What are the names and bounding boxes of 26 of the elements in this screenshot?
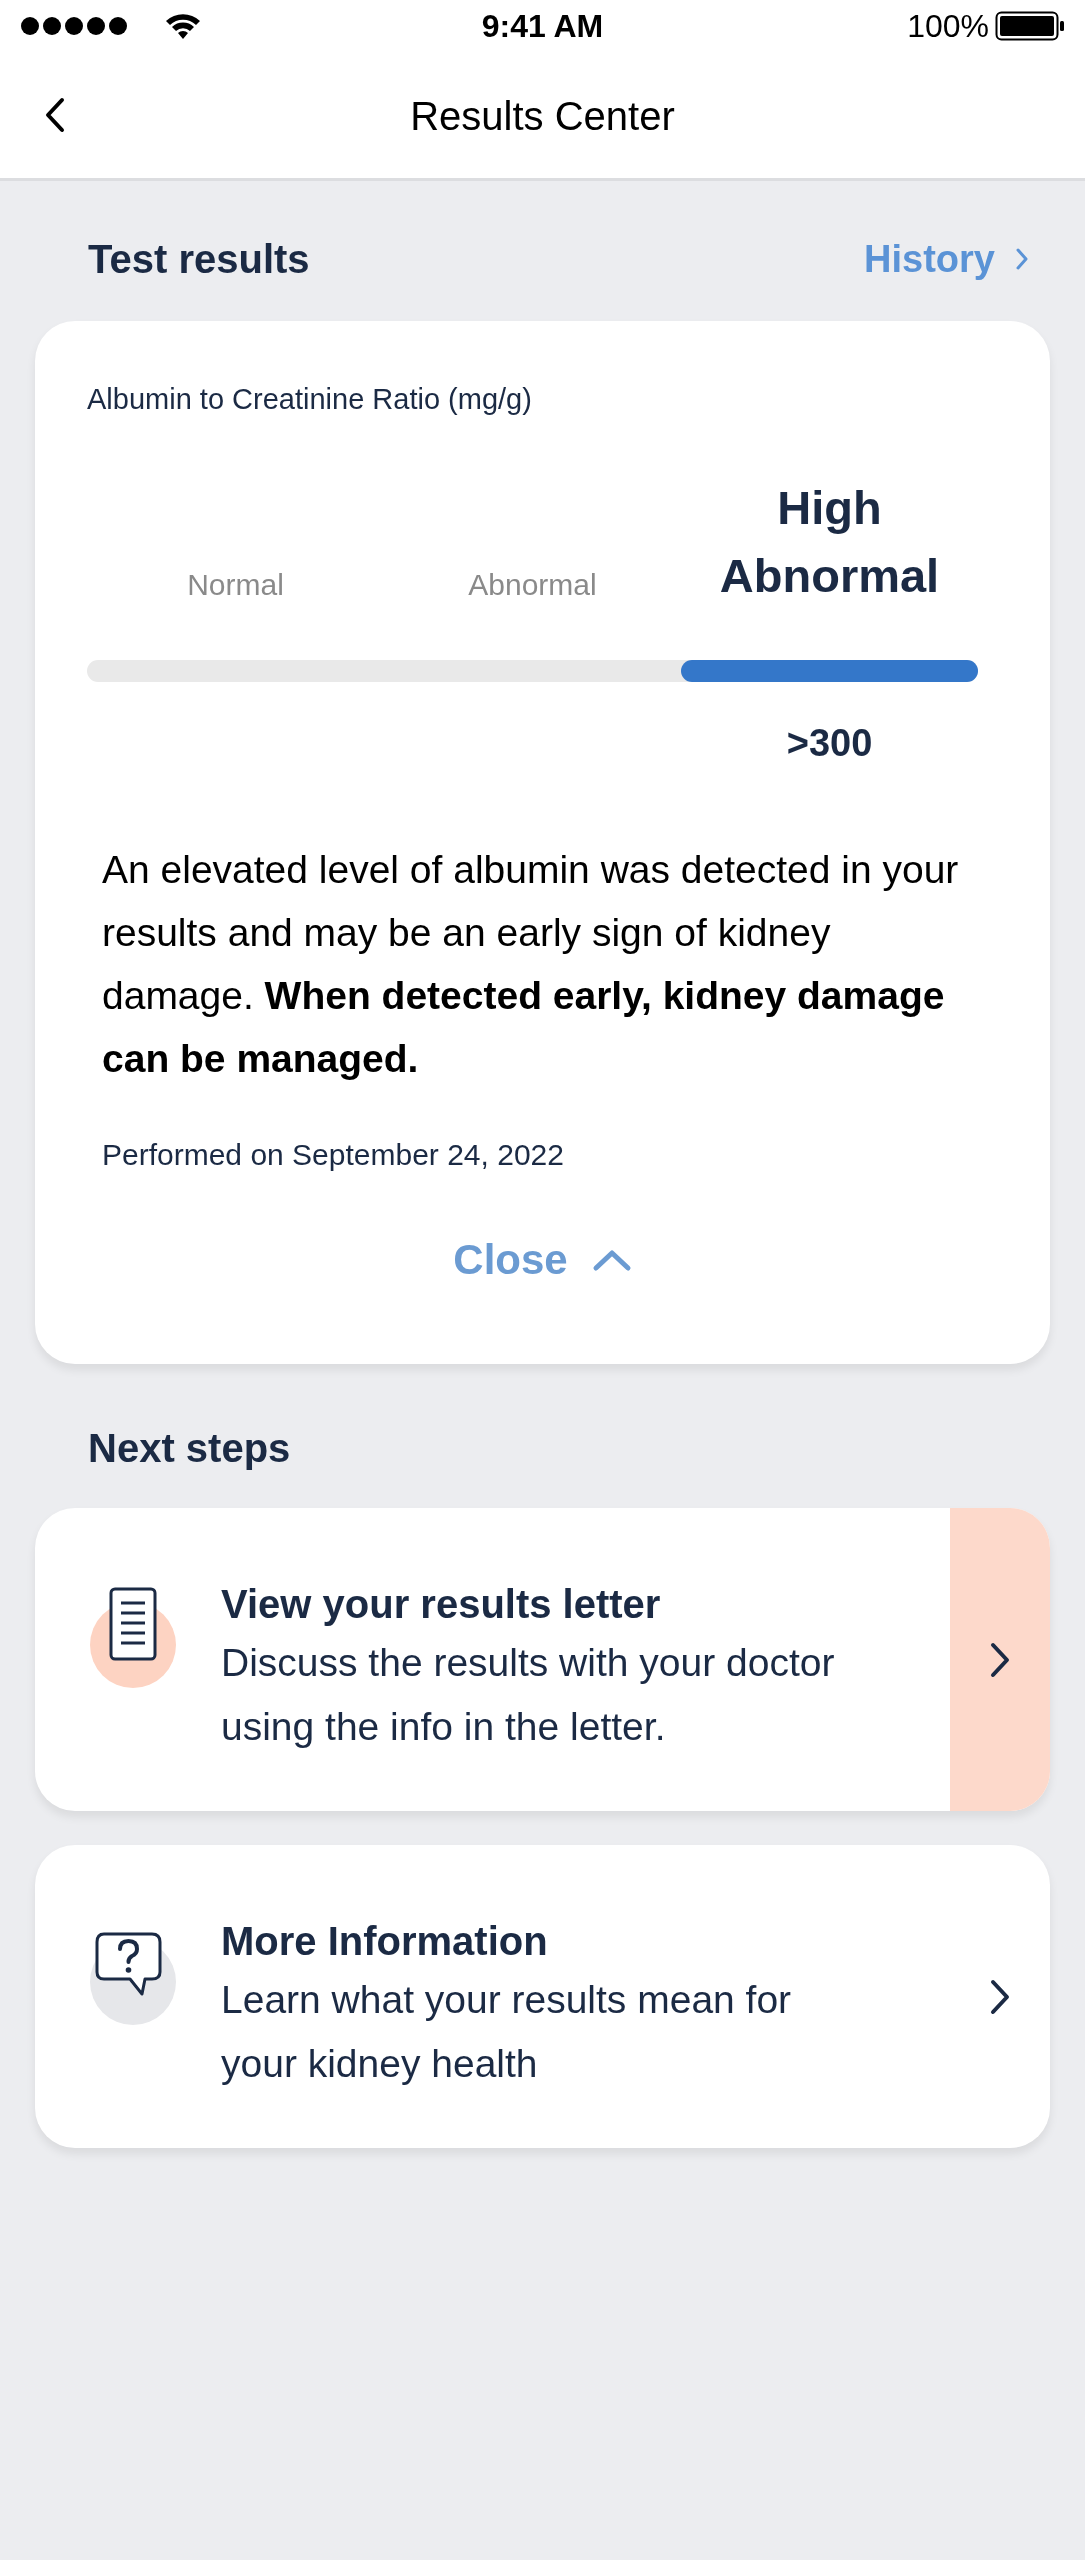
wifi-icon	[164, 12, 202, 40]
step-description: Discuss the results with your doctor using the info in the letter.	[221, 1640, 836, 1750]
chevron-right-icon	[989, 1640, 1011, 1679]
range-label: Abnormal	[468, 568, 597, 603]
step-title: More Information	[221, 1919, 549, 1964]
chevron-right-icon	[989, 1977, 1011, 2016]
result-description: An elevated level of albumin was detected in your results and may be an early sign of kidney damage. When detected early, kidney damage can be managed.	[102, 847, 960, 1082]
next-step-card[interactable]: More Information Learn what your results mean for your kidney health	[35, 1845, 1050, 2148]
section-heading: Next steps	[88, 1425, 291, 1471]
status-time: 9:41 AM	[480, 7, 605, 45]
chevron-up-icon	[591, 1248, 632, 1272]
measure-label: Albumin to Creatinine Ratio (mg/g)	[87, 383, 533, 416]
range-label: Normal	[187, 568, 284, 603]
result-value: >300	[786, 722, 873, 766]
step-description: Learn what your results mean for your kidney health	[221, 1977, 793, 2087]
page-title: Results Center	[410, 94, 675, 139]
battery-percent: 100%	[907, 7, 989, 45]
battery-icon	[995, 11, 1065, 41]
back-icon[interactable]	[44, 97, 66, 133]
signal-icon	[20, 16, 130, 36]
next-step-card[interactable]: View your results letter Discuss the results with your doctor using the info in the letter.	[35, 1508, 1050, 1811]
step-title: View your results letter	[221, 1582, 662, 1627]
range-label: High Abnormal	[718, 480, 941, 604]
performed-date: Performed on September 24, 2022	[102, 1138, 565, 1172]
chevron-right-icon	[1015, 247, 1029, 271]
section-heading: Test results	[88, 236, 310, 282]
